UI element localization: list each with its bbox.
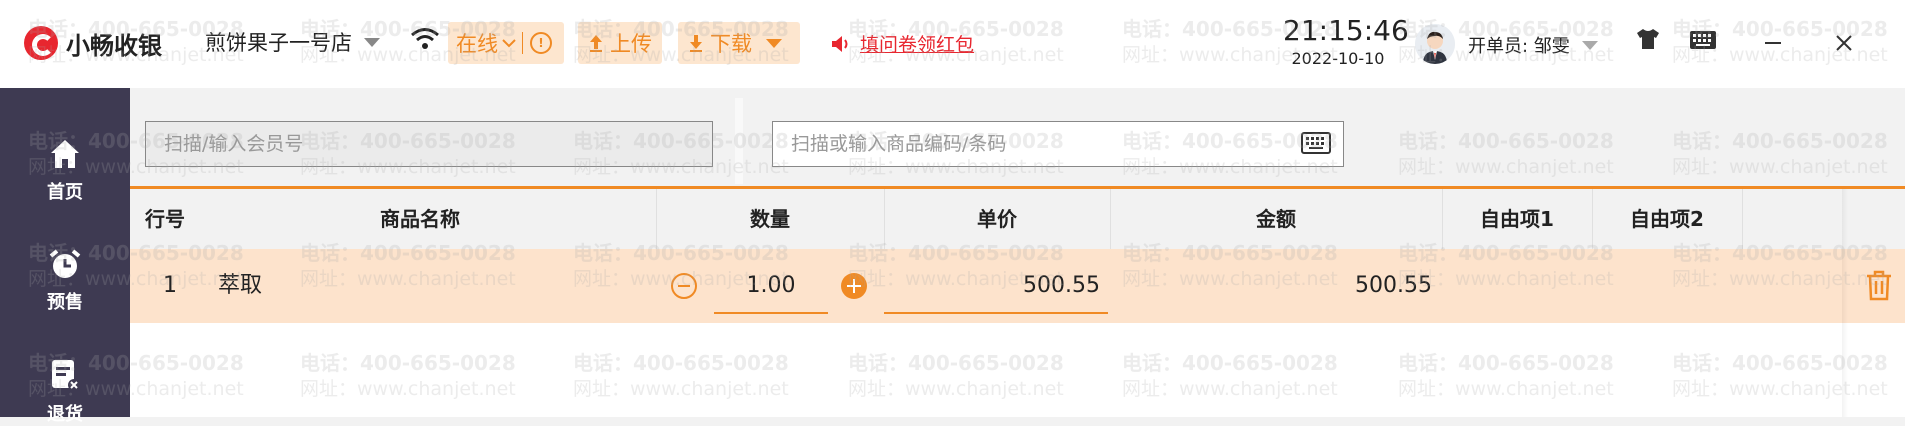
qty-underline bbox=[714, 312, 828, 314]
status-divider bbox=[522, 32, 523, 54]
decrease-qty-button[interactable] bbox=[671, 273, 697, 299]
online-status-button[interactable]: 在线 ! bbox=[448, 22, 564, 64]
member-search-input[interactable]: 扫描/输入会员号 bbox=[145, 121, 713, 167]
survey-link-text[interactable]: 填问卷领红包 bbox=[860, 30, 974, 57]
col-header-row-no: 行号 bbox=[145, 207, 185, 231]
keyboard-icon[interactable] bbox=[1301, 132, 1331, 154]
table-row[interactable]: 1 萃取 1.00 500.55 500.55 bbox=[130, 249, 1905, 323]
info-icon[interactable]: ! bbox=[530, 32, 552, 54]
cashier-name: 开单员: 邹雯 bbox=[1468, 36, 1570, 57]
main-content: 扫描/输入会员号 扫描或输入商品编码/条码 行号 商品名称 数量 单价 金额 自… bbox=[130, 88, 1905, 417]
minimize-icon[interactable] bbox=[1765, 42, 1781, 44]
upload-label: 上传 bbox=[610, 32, 652, 56]
sidebar-item-label: 退货 bbox=[47, 404, 83, 425]
sidebar-item-return[interactable]: 退货 bbox=[0, 358, 130, 426]
col-separator bbox=[1742, 189, 1743, 249]
alarm-clock-icon bbox=[49, 249, 81, 278]
col-header-name: 商品名称 bbox=[380, 207, 460, 231]
upload-icon bbox=[590, 35, 602, 52]
clock: 21:15:46 2022-10-10 bbox=[1283, 14, 1409, 68]
dropdown-arrow-icon bbox=[1581, 40, 1598, 50]
scroll-shadow bbox=[1842, 189, 1848, 417]
survey-redpack-link[interactable]: 填问卷领红包 bbox=[830, 30, 974, 57]
table-header: 行号 商品名称 数量 单价 金额 自由项1 自由项2 bbox=[130, 189, 1905, 249]
sidebar-item-label: 预售 bbox=[47, 292, 83, 313]
download-label: 下载 bbox=[710, 32, 752, 56]
search-strip: 扫描/输入会员号 扫描或输入商品编码/条码 bbox=[130, 88, 1905, 186]
store-selector[interactable]: 煎饼果子一号店 bbox=[205, 27, 380, 57]
product-search-input[interactable]: 扫描或输入商品编码/条码 bbox=[772, 121, 1344, 167]
clock-date: 2022-10-10 bbox=[1291, 49, 1385, 68]
sidebar: 首页 预售 退货 bbox=[0, 88, 130, 425]
wifi-icon bbox=[411, 28, 439, 49]
col-header-qty: 数量 bbox=[750, 207, 790, 231]
dropdown-arrow-icon bbox=[364, 37, 380, 47]
return-doc-icon bbox=[52, 360, 80, 391]
download-icon bbox=[690, 35, 702, 52]
tshirt-icon[interactable] bbox=[1636, 28, 1660, 50]
sidebar-item-home[interactable]: 首页 bbox=[0, 138, 130, 204]
clock-time: 21:15:46 bbox=[1283, 14, 1409, 47]
speaker-icon bbox=[832, 35, 848, 52]
col-header-custom1: 自由项1 bbox=[1480, 207, 1554, 231]
panel-divider bbox=[735, 98, 743, 184]
col-header-custom2: 自由项2 bbox=[1630, 207, 1704, 231]
product-name: 萃取 bbox=[218, 273, 263, 298]
logo-text: 小畅收银 bbox=[66, 31, 162, 60]
user-avatar-icon bbox=[1415, 24, 1455, 64]
col-header-amount: 金额 bbox=[1256, 207, 1296, 231]
trash-icon[interactable] bbox=[1865, 269, 1893, 301]
app-logo: 小畅收银 bbox=[24, 25, 162, 61]
row-number: 1 bbox=[163, 273, 177, 298]
increase-qty-button[interactable] bbox=[841, 273, 867, 299]
cashier-selector[interactable]: 开单员: 邹雯 bbox=[1468, 32, 1598, 58]
amount-value: 500.55 bbox=[1355, 273, 1432, 298]
col-header-price: 单价 bbox=[977, 207, 1017, 231]
product-search-placeholder: 扫描或输入商品编码/条码 bbox=[791, 133, 1007, 155]
download-button[interactable]: 下载 bbox=[678, 22, 800, 64]
top-bar: 小畅收银 煎饼果子一号店 在线 ! 上传 下载 填问卷领红包 21:15:46 … bbox=[0, 0, 1905, 89]
home-icon bbox=[51, 140, 79, 168]
sidebar-item-label: 首页 bbox=[47, 182, 83, 203]
close-icon[interactable] bbox=[1836, 35, 1852, 51]
keyboard-icon[interactable] bbox=[1690, 31, 1716, 49]
sidebar-item-presale[interactable]: 预售 bbox=[0, 248, 130, 314]
upload-button[interactable]: 上传 bbox=[578, 22, 662, 64]
online-status-label: 在线 bbox=[456, 32, 498, 56]
logo-mark-icon bbox=[24, 26, 58, 60]
chevron-down-icon bbox=[502, 39, 516, 48]
price-underline bbox=[884, 312, 1108, 314]
store-name: 煎饼果子一号店 bbox=[205, 31, 352, 55]
avatar[interactable] bbox=[1415, 24, 1455, 64]
caret-down-icon[interactable] bbox=[766, 38, 782, 48]
